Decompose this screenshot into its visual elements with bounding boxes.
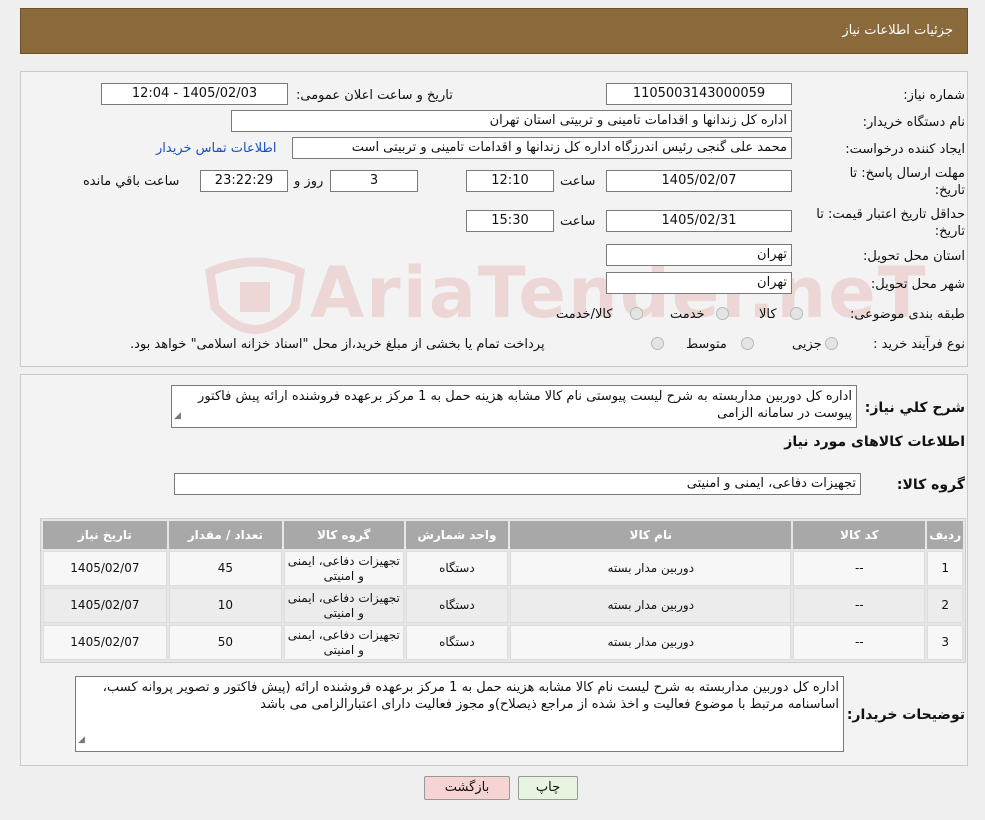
city-field: تهران [606, 272, 792, 294]
cell-group: تجهیزات دفاعی، ایمنی و امنیتی [284, 625, 404, 660]
col-header-group: گروه کالا [284, 521, 404, 549]
need-number-label: شماره نیاز: [903, 88, 965, 103]
category-goods-radio[interactable] [790, 307, 803, 320]
category-goods-service-radio[interactable] [630, 307, 643, 320]
buyer-field: اداره کل زندانها و اقدامات تامینی و تربی… [231, 110, 792, 132]
province-field: تهران [606, 244, 792, 266]
page-title: جزئیات اطلاعات نیاز [842, 23, 953, 38]
group-field: تجهیزات دفاعی، ایمنی و امنیتی [174, 473, 861, 495]
cell-date: 1405/02/07 [43, 588, 167, 623]
buyer-notes-text: اداره کل دوربین مداربسته به شرح لیست نام… [102, 680, 839, 712]
cell-code: -- [793, 625, 926, 660]
remaining-time-label: ساعت باقي مانده [83, 174, 180, 189]
page-header: جزئیات اطلاعات نیاز [20, 8, 968, 54]
table-row: 2 -- دوربین مدار بسته دستگاه تجهیزات دفا… [43, 588, 963, 623]
back-button[interactable]: بازگشت [424, 776, 510, 800]
deadline-label: مهلت ارسال پاسخ: تا تاریخ: [849, 166, 965, 198]
process-minor-radio[interactable] [825, 337, 838, 350]
announce-field: 1405/02/03 - 12:04 [101, 83, 288, 105]
treasury-note: پرداخت تمام یا بخشی از مبلغ خرید،از محل … [130, 337, 545, 352]
validity-label: حداقل تاریخ اعتبار قیمت: تا تاریخ: [816, 207, 965, 239]
cell-quantity: 10 [168, 588, 282, 623]
cell-quantity: 50 [168, 625, 282, 660]
category-service-label: خدمت [670, 307, 705, 322]
cell-name: دوربین مدار بسته [510, 588, 792, 623]
col-header-date: تاریخ نیاز [43, 521, 167, 549]
summary-textarea[interactable]: اداره کل دوربین مداربسته به شرح لیست پیو… [171, 385, 857, 428]
city-label: شهر محل تحویل: [870, 277, 965, 292]
table-header-row: ردیف کد کالا نام کالا واحد شمارش گروه کا… [43, 521, 963, 549]
summary-text: اداره کل دوربین مداربسته به شرح لیست پیو… [198, 389, 852, 421]
cell-row-number: 2 [927, 588, 963, 623]
col-header-quantity: تعداد / مقدار [168, 521, 282, 549]
cell-date: 1405/02/07 [43, 625, 167, 660]
cell-date: 1405/02/07 [43, 551, 167, 586]
cell-name: دوربین مدار بسته [510, 551, 792, 586]
cell-unit: دستگاه [405, 551, 509, 586]
resize-grip-icon[interactable]: ◢ [78, 732, 85, 749]
col-header-code: کد کالا [793, 521, 926, 549]
province-label: استان محل تحویل: [863, 249, 965, 264]
col-header-name: نام کالا [510, 521, 792, 549]
process-label: نوع فرآیند خرید : [873, 337, 965, 352]
cell-group: تجهیزات دفاعی، ایمنی و امنیتی [284, 588, 404, 623]
col-header-unit: واحد شمارش [405, 521, 509, 549]
cell-group: تجهیزات دفاعی، ایمنی و امنیتی [284, 551, 404, 586]
cell-unit: دستگاه [405, 588, 509, 623]
process-medium-radio[interactable] [741, 337, 754, 350]
remaining-days-label: روز و [294, 174, 324, 189]
category-goods-label: کالا [759, 307, 777, 322]
summary-label: شرح کلي نياز: [864, 400, 965, 416]
table-row: 3 -- دوربین مدار بسته دستگاه تجهیزات دفا… [43, 625, 963, 660]
cell-code: -- [793, 551, 926, 586]
buyer-notes-label: توضیحات خریدار: [846, 707, 965, 723]
treasury-checkbox[interactable] [651, 337, 664, 350]
category-label: طبقه بندی موضوعی: [849, 307, 965, 322]
group-label: گروه کالا: [896, 477, 965, 493]
goods-section-title: اطلاعات کالاهای مورد نیاز [784, 434, 965, 450]
cell-code: -- [793, 588, 926, 623]
buyer-notes-textarea[interactable]: اداره کل دوربین مداربسته به شرح لیست نام… [75, 676, 844, 752]
remaining-days-field: 3 [330, 170, 418, 192]
table-row: 1 -- دوربین مدار بسته دستگاه تجهیزات دفا… [43, 551, 963, 586]
creator-label: ایجاد کننده درخواست: [845, 142, 965, 157]
items-table: ردیف کد کالا نام کالا واحد شمارش گروه کا… [40, 518, 966, 663]
cell-quantity: 45 [168, 551, 282, 586]
remaining-time-field: 23:22:29 [200, 170, 288, 192]
validity-date-field: 1405/02/31 [606, 210, 792, 232]
deadline-date-field: 1405/02/07 [606, 170, 792, 192]
cell-unit: دستگاه [405, 625, 509, 660]
need-number-field: 1105003143000059 [606, 83, 792, 105]
col-header-row-number: ردیف [927, 521, 963, 549]
buyer-contact-link[interactable]: اطلاعات تماس خریدار [156, 141, 276, 156]
process-minor-label: جزیی [792, 337, 822, 352]
cell-name: دوربین مدار بسته [510, 625, 792, 660]
category-goods-service-label: کالا/خدمت [556, 307, 613, 322]
buyer-label: نام دستگاه خریدار: [862, 115, 965, 130]
process-medium-label: متوسط [686, 337, 727, 352]
deadline-time-field: 12:10 [466, 170, 554, 192]
announce-label: تاریخ و ساعت اعلان عمومی: [296, 88, 453, 103]
resize-grip-icon[interactable]: ◢ [174, 408, 181, 425]
category-service-radio[interactable] [716, 307, 729, 320]
cell-row-number: 1 [927, 551, 963, 586]
validity-time-label: ساعت [560, 214, 596, 229]
validity-time-field: 15:30 [466, 210, 554, 232]
cell-row-number: 3 [927, 625, 963, 660]
creator-field: محمد علی گنجی رئیس اندرزگاه اداره کل زند… [292, 137, 792, 159]
print-button[interactable]: چاپ [518, 776, 578, 800]
deadline-time-label: ساعت [560, 174, 596, 189]
